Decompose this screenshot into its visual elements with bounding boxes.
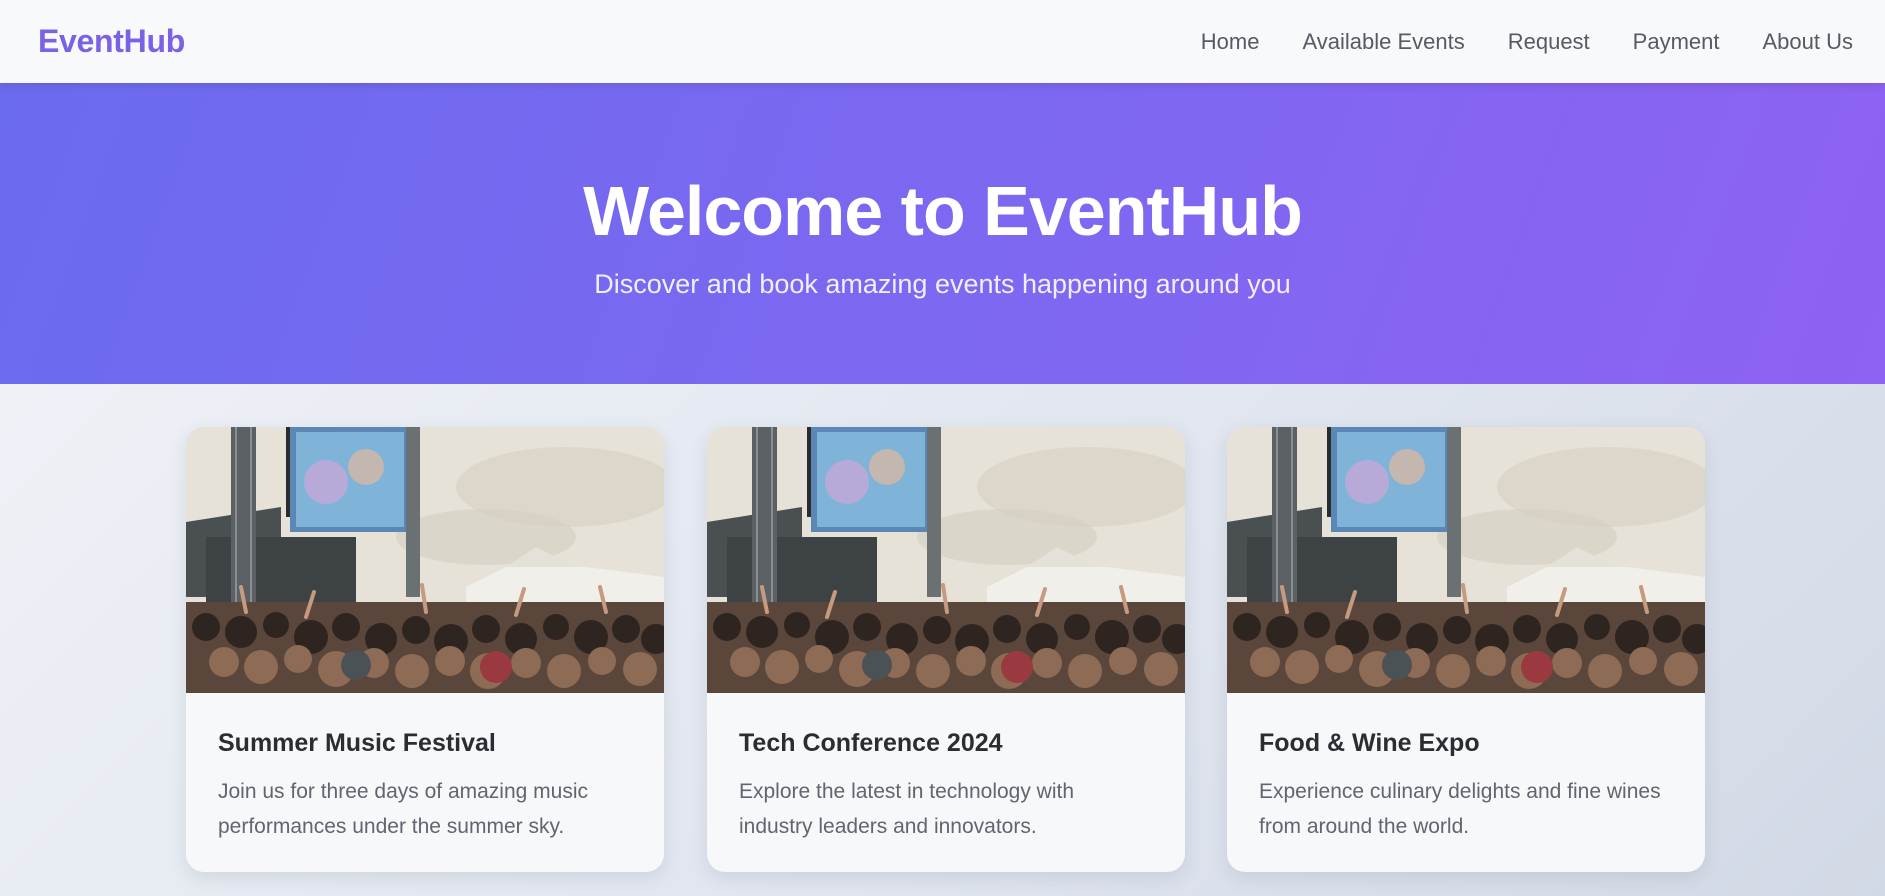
concert-crowd-image [186, 427, 664, 693]
nav-link-available-events[interactable]: Available Events [1302, 29, 1464, 54]
concert-crowd-image [707, 427, 1185, 693]
event-image [1227, 427, 1705, 693]
event-card-body: Summer Music Festival Join us for three … [186, 693, 664, 844]
nav-link-about-us[interactable]: About Us [1763, 29, 1854, 54]
event-card-food-and-wine-expo[interactable]: Food & Wine Expo Experience culinary del… [1227, 427, 1705, 872]
event-image [186, 427, 664, 693]
concert-crowd-image [1227, 427, 1705, 693]
brand-logo[interactable]: EventHub [38, 23, 185, 60]
hero-subtitle: Discover and book amazing events happeni… [594, 269, 1291, 299]
nav-link-home[interactable]: Home [1201, 29, 1260, 54]
hero-banner: Welcome to EventHub Discover and book am… [0, 83, 1885, 384]
events-section: Summer Music Festival Join us for three … [0, 384, 1885, 896]
navbar: EventHub Home Available Events Request P… [0, 0, 1885, 83]
event-image [707, 427, 1185, 693]
nav-link-request[interactable]: Request [1508, 29, 1590, 54]
event-card-summer-music-festival[interactable]: Summer Music Festival Join us for three … [186, 427, 664, 872]
nav-item-available-events: Available Events [1302, 29, 1464, 55]
hero-title: Welcome to EventHub [583, 172, 1303, 250]
nav-item-request: Request [1508, 29, 1590, 55]
event-description: Experience culinary delights and fine wi… [1259, 780, 1661, 838]
nav-item-payment: Payment [1633, 29, 1720, 55]
event-description: Explore the latest in technology with in… [739, 780, 1075, 838]
event-title: Summer Music Festival [218, 729, 496, 757]
event-description: Join us for three days of amazing music … [218, 780, 589, 838]
event-card-tech-conference-2024[interactable]: Tech Conference 2024 Explore the latest … [707, 427, 1185, 872]
nav-item-about-us: About Us [1763, 29, 1854, 55]
nav-link-payment[interactable]: Payment [1633, 29, 1720, 54]
event-card-body: Food & Wine Expo Experience culinary del… [1227, 693, 1705, 844]
event-title: Food & Wine Expo [1259, 729, 1480, 757]
event-title: Tech Conference 2024 [739, 729, 1003, 757]
event-card-body: Tech Conference 2024 Explore the latest … [707, 693, 1185, 844]
nav-links: Home Available Events Request Payment Ab… [1201, 29, 1853, 55]
nav-item-home: Home [1201, 29, 1260, 55]
